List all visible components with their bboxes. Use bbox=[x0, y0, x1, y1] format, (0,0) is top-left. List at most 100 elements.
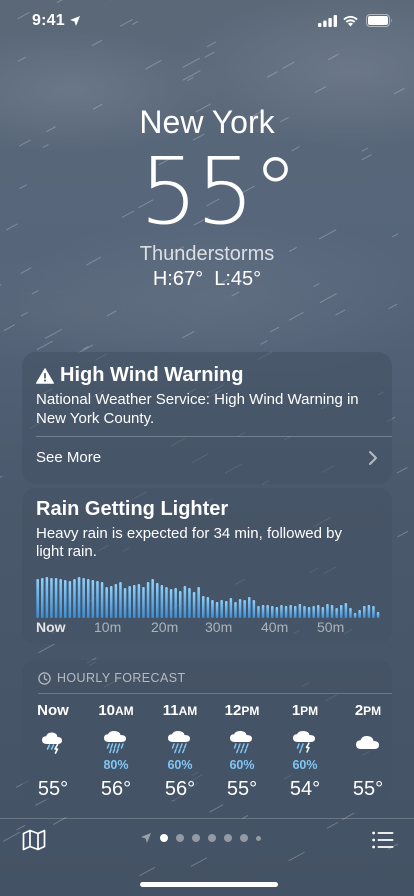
hour-label: 10AM bbox=[89, 702, 143, 722]
hour-item-1pm[interactable]: 1PM 60% 54° bbox=[278, 702, 332, 801]
hour-temperature: 54° bbox=[289, 778, 321, 800]
precipitation-bar bbox=[87, 579, 90, 618]
precipitation-bar bbox=[312, 606, 315, 618]
precip-chance bbox=[26, 758, 80, 772]
hour-temperature: 55° bbox=[37, 778, 69, 800]
page-dot[interactable] bbox=[208, 834, 216, 842]
page-dot[interactable] bbox=[224, 834, 232, 842]
precipitation-bar bbox=[307, 607, 311, 618]
precipitation-bar bbox=[220, 600, 223, 618]
precipitation-bar bbox=[215, 602, 219, 618]
page-dot[interactable] bbox=[160, 834, 168, 842]
precipitation-bar bbox=[100, 582, 104, 618]
hour-value: 1 bbox=[291, 702, 301, 719]
severe-weather-card[interactable]: High Wind Warning National Weather Servi… bbox=[22, 352, 392, 484]
battery-icon bbox=[366, 14, 392, 27]
hour-value: 12 bbox=[224, 702, 242, 719]
hour-suffix: PM bbox=[241, 704, 260, 718]
hour-temperature: 56° bbox=[100, 778, 132, 800]
warning-description: National Weather Service: High Wind Warn… bbox=[36, 391, 359, 427]
page-dot[interactable] bbox=[256, 835, 261, 841]
precipitation-bar bbox=[363, 606, 366, 618]
hour-item-12pm[interactable]: 12PM 60% 55° bbox=[215, 702, 269, 801]
hour-label: 11AM bbox=[153, 702, 207, 722]
current-condition: Thunderstorms bbox=[139, 243, 275, 265]
precipitation-bar bbox=[110, 586, 113, 618]
precipitation-description: Heavy rain is expected for 34 min, follo… bbox=[36, 525, 342, 560]
precipitation-bar bbox=[114, 584, 118, 618]
precipitation-bar bbox=[36, 579, 39, 618]
hour-item-2pm[interactable]: 2PM 55° bbox=[341, 702, 395, 801]
hour-label: 12PM bbox=[215, 702, 269, 722]
hour-temperature: 55° bbox=[226, 778, 258, 800]
precipitation-title: Rain Getting Lighter bbox=[36, 498, 229, 520]
precipitation-bar bbox=[179, 591, 182, 618]
precipitation-bar bbox=[248, 597, 251, 618]
precipitation-bar bbox=[68, 581, 72, 618]
location-arrow-icon bbox=[70, 16, 80, 26]
precipitation-bar bbox=[146, 582, 150, 618]
warning-triangle-icon bbox=[36, 367, 54, 384]
axis-label-50m: 50m bbox=[317, 619, 345, 635]
precip-chance: 80% bbox=[103, 758, 129, 772]
hour-item-11am[interactable]: 11AM 60% 56° bbox=[153, 702, 207, 801]
status-time: 9:41 bbox=[32, 12, 65, 29]
page-dot[interactable] bbox=[176, 834, 184, 842]
page-dot[interactable] bbox=[192, 834, 200, 842]
current-temperature: 55° bbox=[139, 138, 298, 245]
hourly-divider bbox=[38, 693, 392, 694]
precipitation-bar bbox=[340, 605, 343, 618]
city-list-icon[interactable] bbox=[372, 831, 394, 849]
precipitation-bar bbox=[45, 577, 49, 618]
precipitation-bar bbox=[202, 596, 205, 618]
precipitation-bar bbox=[353, 613, 357, 618]
hour-value: 10 bbox=[98, 702, 115, 719]
precipitation-bar bbox=[142, 587, 145, 618]
chevron-right-icon[interactable] bbox=[368, 450, 378, 466]
hour-suffix: AM bbox=[115, 704, 134, 718]
precipitation-bar bbox=[211, 600, 214, 618]
precipitation-bar bbox=[183, 586, 187, 618]
precipitation-bar bbox=[321, 607, 325, 618]
precipitation-bar bbox=[294, 606, 297, 618]
precipitation-bar bbox=[165, 587, 168, 618]
precipitation-bar bbox=[257, 606, 260, 618]
hour-suffix: AM bbox=[178, 704, 198, 718]
precipitation-bar bbox=[169, 589, 173, 618]
precipitation-bar bbox=[91, 580, 95, 618]
precipitation-bar bbox=[289, 605, 292, 618]
page-indicator[interactable] bbox=[140, 832, 261, 844]
hourly-forecast-card[interactable]: HOURLY FORECAST Now 55° 10AM 80% 56° 11A… bbox=[22, 660, 392, 800]
hour-suffix: PM bbox=[300, 704, 319, 718]
precipitation-bar bbox=[188, 588, 191, 618]
page-dot[interactable] bbox=[240, 834, 248, 842]
wifi-icon bbox=[343, 15, 358, 27]
current-location-icon[interactable] bbox=[140, 832, 152, 844]
hourly-header: HOURLY FORECAST bbox=[38, 671, 185, 685]
precipitation-bar bbox=[271, 606, 274, 618]
hour-item-10am[interactable]: 10AM 80% 56° bbox=[89, 702, 143, 801]
home-indicator[interactable] bbox=[140, 882, 278, 887]
map-icon[interactable] bbox=[22, 829, 46, 851]
precipitation-bar bbox=[137, 584, 141, 618]
precipitation-bar bbox=[41, 578, 44, 618]
hour-label: 2PM bbox=[341, 702, 395, 722]
status-bar: 9:41 bbox=[0, 0, 414, 44]
precipitation-axis: Now 10m 20m 30m 40m 50m bbox=[36, 619, 381, 637]
precipitation-bar bbox=[280, 605, 283, 618]
precipitation-bar bbox=[376, 612, 380, 618]
precipitation-bar bbox=[206, 597, 210, 618]
heavy-rain-icon bbox=[89, 726, 143, 758]
toolbar-divider bbox=[0, 818, 414, 819]
hour-item-now[interactable]: Now 55° bbox=[26, 702, 80, 801]
precipitation-bar bbox=[335, 608, 338, 618]
clock-icon bbox=[38, 671, 51, 685]
precip-chance: 60% bbox=[292, 758, 318, 772]
see-more-link[interactable]: See More bbox=[36, 449, 101, 466]
high-low-temperature: H:67° L:45° bbox=[152, 268, 262, 290]
precipitation-bar bbox=[317, 605, 320, 618]
precipitation-bar bbox=[59, 579, 62, 618]
precipitation-bar bbox=[77, 577, 81, 618]
precipitation-bar bbox=[96, 581, 99, 618]
precipitation-bar bbox=[128, 586, 131, 618]
